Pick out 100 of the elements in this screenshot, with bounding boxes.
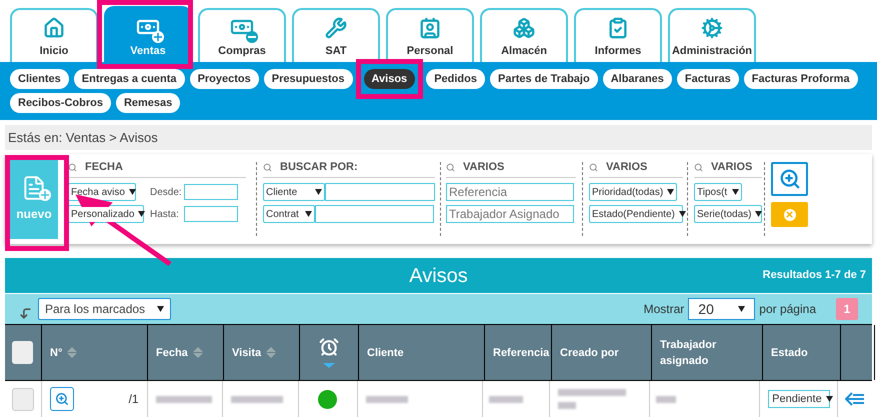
main-tab[interactable]: Almacén — [480, 8, 568, 62]
status-select[interactable]: Pendiente — [768, 390, 830, 408]
zoom-in-icon — [778, 168, 800, 190]
main-tab[interactable]: Compras — [198, 8, 286, 62]
column-header: Trabajador asignado — [660, 338, 718, 368]
search-icon — [263, 163, 272, 172]
column-header[interactable]: N° — [50, 344, 78, 360]
date-field[interactable] — [184, 206, 238, 222]
boxes-icon — [513, 16, 535, 38]
column-header: Creado por — [560, 346, 619, 360]
main-tab[interactable]: Administración — [668, 8, 756, 62]
search-icon — [694, 163, 703, 172]
submenu-tab[interactable]: Partes de Trabajo — [490, 69, 598, 89]
sort-icon — [266, 347, 276, 358]
corner-arrow-icon — [19, 306, 32, 320]
section-title: VARIOS — [711, 160, 752, 176]
main-tab[interactable]: Informes — [574, 8, 662, 62]
submenu-tab[interactable]: Facturas Proforma — [744, 69, 858, 89]
row-checkbox[interactable] — [12, 388, 34, 410]
close-icon — [784, 208, 796, 220]
search-icon — [68, 163, 77, 172]
clear-button[interactable] — [771, 202, 808, 227]
back-arrow-icon[interactable] — [845, 392, 866, 406]
date-type-select[interactable]: Fecha aviso — [68, 183, 136, 201]
redacted-text — [558, 389, 626, 396]
search-by-select[interactable]: Cliente — [263, 183, 325, 201]
show-label: Mostrar — [644, 301, 684, 318]
search-field[interactable] — [325, 183, 435, 201]
search-icon — [446, 163, 455, 172]
section-title: BUSCAR POR: — [280, 160, 358, 176]
caret-icon — [667, 189, 674, 195]
submenu-tab[interactable]: Entregas a cuenta — [74, 69, 185, 89]
caret-icon — [315, 189, 322, 195]
caret-icon — [826, 396, 833, 402]
field-label: Hasta: — [150, 208, 180, 222]
caret-icon — [678, 211, 686, 217]
caret-icon — [732, 189, 739, 195]
caret-icon — [157, 306, 164, 312]
column-header[interactable]: Visita — [232, 344, 276, 360]
results-count: Resultados 1-7 de 7 — [762, 268, 866, 284]
column-header[interactable]: Fecha — [156, 344, 203, 360]
alarm-icon — [319, 337, 339, 357]
submenu-tab[interactable]: Facturas — [676, 69, 739, 89]
search-by-select[interactable]: Contrat — [263, 205, 315, 223]
redacted-text — [156, 396, 212, 402]
per-page-label: por página — [759, 301, 816, 318]
redacted-text — [656, 396, 676, 402]
breadcrumb: Estás en: Ventas > Avisos — [5, 125, 872, 150]
main-tab[interactable]: Personal — [386, 8, 474, 62]
bulk-action-select[interactable]: Para los marcados — [38, 298, 171, 320]
highlight-frame — [356, 59, 424, 99]
sort-icon — [67, 347, 78, 358]
view-button[interactable] — [50, 387, 74, 411]
redacted-text — [489, 396, 524, 402]
column-header: Referencia — [493, 346, 550, 360]
redacted-text — [366, 396, 408, 402]
redacted-text — [231, 396, 284, 402]
column-header: Estado — [771, 346, 808, 360]
clipboard-check-icon — [607, 16, 629, 38]
section-title: FECHA — [85, 160, 123, 176]
submenu-tab[interactable]: Clientes — [10, 69, 69, 89]
caret-icon — [305, 211, 312, 217]
section-title: VARIOS — [463, 160, 504, 176]
submenu-tab[interactable]: Presupuestos — [264, 69, 353, 89]
submenu-tab[interactable]: Pedidos — [426, 69, 485, 89]
page-size-select[interactable]: 20 — [688, 298, 756, 320]
tools-icon — [325, 16, 347, 38]
search-field[interactable] — [315, 205, 434, 223]
type-select[interactable]: Tipos(t — [694, 183, 742, 201]
id-card-icon — [419, 16, 441, 38]
submenu-tab[interactable]: Recibos-Cobros — [10, 93, 111, 113]
sort-icon — [192, 347, 203, 358]
search-button[interactable] — [771, 162, 808, 196]
zoom-in-icon — [55, 392, 69, 406]
number-cell-text: /1 — [128, 391, 139, 408]
sort-down-icon[interactable] — [323, 363, 335, 368]
worker-field[interactable]: Trabajador Asignado — [446, 205, 574, 223]
caret-icon — [755, 211, 762, 217]
caret-icon — [738, 306, 746, 312]
gears-icon — [701, 16, 723, 38]
select-all-checkbox[interactable] — [12, 341, 33, 364]
submenu-tab[interactable]: Avisos — [364, 69, 416, 89]
reference-field[interactable]: Referencia — [446, 183, 574, 201]
status-select[interactable]: Estado(Pendiente) — [589, 205, 683, 223]
main-tab[interactable]: SAT — [292, 8, 380, 62]
range-select[interactable]: Personalizado — [68, 205, 144, 223]
column-header: Cliente — [367, 346, 404, 360]
submenu-tab[interactable]: Albaranes — [602, 69, 672, 89]
main-tab[interactable]: Inicio — [10, 8, 98, 62]
series-select[interactable]: Serie(todas) — [694, 205, 762, 223]
caret-icon — [138, 211, 146, 217]
date-field[interactable] — [184, 184, 238, 200]
house-icon — [43, 16, 65, 38]
list-title: Avisos — [409, 264, 468, 288]
redacted-text — [558, 402, 576, 409]
section-title: VARIOS — [606, 160, 648, 176]
field-label: Desde: — [150, 186, 180, 200]
priority-select[interactable]: Prioridad(todas) — [589, 183, 677, 201]
submenu-tab[interactable]: Remesas — [116, 93, 180, 113]
submenu-tab[interactable]: Proyectos — [190, 69, 259, 89]
